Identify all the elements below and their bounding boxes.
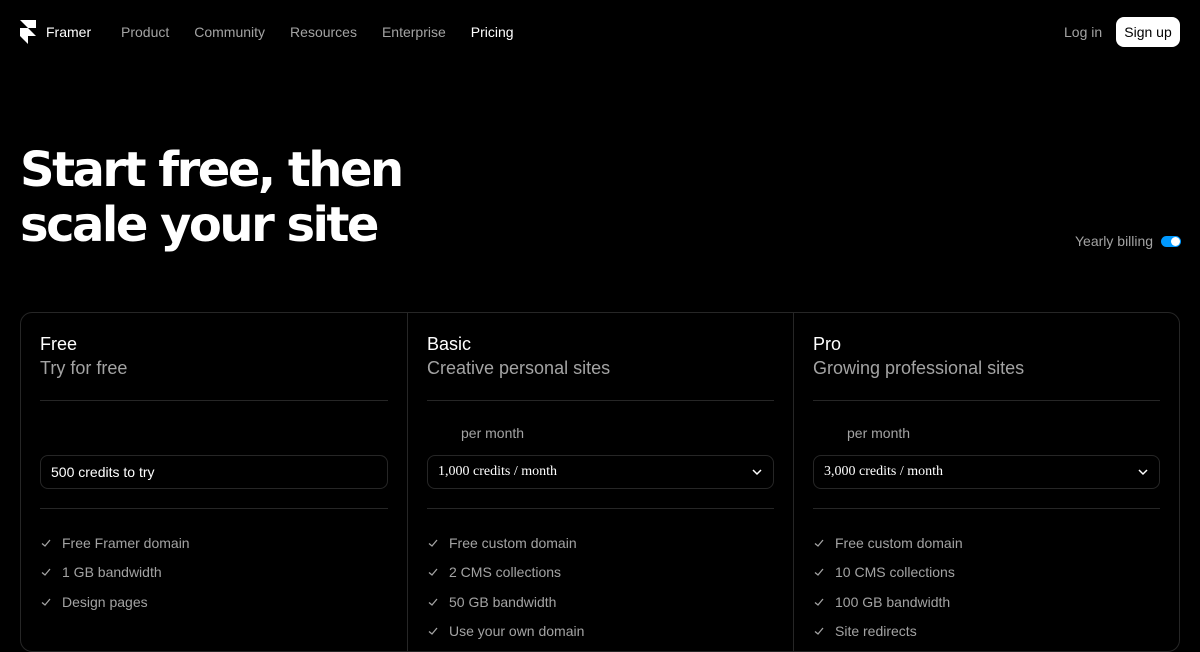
nav-links: Product Community Resources Enterprise P… [121,20,539,44]
pricing-cards: Free Try for free 500 credits to try Fre… [20,312,1180,652]
framer-logo-icon [20,20,36,44]
plan-name: Pro [813,334,842,354]
chevron-down-icon [1138,469,1148,476]
credits-select-value: 1,000 credits / month [438,464,557,479]
page-heading: Start free, then scale your site [20,142,404,253]
toggle-knob [1171,236,1181,246]
feature-text: 1 GB bandwidth [62,564,162,581]
credits-select-value: 3,000 credits / month [824,464,943,479]
list-item: Site redirects [813,617,963,647]
signup-button[interactable]: Sign up [1116,17,1180,47]
nav-link-product[interactable]: Product [121,20,169,44]
list-item: 2 CMS collections [427,558,584,588]
yearly-billing-toggle[interactable] [1161,235,1182,247]
billing-label: Yearly billing [1075,233,1154,249]
list-item: 10 CMS collections [813,558,963,588]
login-link[interactable]: Log in [1064,20,1102,44]
framer-logo[interactable]: Framer [20,20,91,44]
plan-card-free: Free Try for free 500 credits to try Fre… [21,313,407,651]
check-icon [428,568,438,577]
credits-info: 500 credits to try [40,455,388,489]
feature-text: 50 GB bandwidth [449,593,557,610]
check-icon [41,539,51,547]
feature-text: Site redirects [835,623,917,640]
list-item: Free custom domain [813,528,963,558]
check-icon [41,598,51,606]
divider [427,400,774,401]
feature-text: 10 CMS collections [835,564,955,581]
top-nav: Framer Product Community Resources Enter… [0,0,1200,64]
plan-card-basic: Basic Creative personal sites per month … [407,313,793,651]
price-period: per month [847,425,911,441]
divider [40,400,388,401]
feature-text: Free custom domain [449,534,577,551]
divider [813,508,1160,509]
nav-link-pricing[interactable]: Pricing [471,20,514,44]
list-item: 50 GB bandwidth [427,587,584,617]
list-item: Use your own domain [427,617,584,647]
feature-text: Free Framer domain [62,534,190,551]
feature-text: Design pages [62,593,148,610]
check-icon [814,568,824,577]
plan-name: Basic [427,334,472,354]
plan-name: Free [40,334,78,354]
feature-text: 100 GB bandwidth [835,593,951,610]
divider [427,508,774,509]
nav-link-community[interactable]: Community [194,20,265,44]
check-icon [814,539,824,547]
feature-text: 2 CMS collections [449,564,562,581]
plan-card-pro: Pro Growing professional sites per month… [793,313,1179,651]
check-icon [428,539,438,547]
nav-link-enterprise[interactable]: Enterprise [382,20,446,44]
heading-line-2: scale your site [20,197,379,253]
check-icon [428,598,438,606]
plan-description: Creative personal sites [427,358,611,378]
list-item: 100 GB bandwidth [813,587,963,617]
list-item: Design pages [40,587,190,617]
feature-list: Free custom domain 2 CMS collections 50 … [427,528,584,646]
check-icon [41,568,51,577]
feature-list: Free custom domain 10 CMS collections 10… [813,528,963,646]
brand-name: Framer [46,24,92,40]
divider [813,400,1160,401]
divider [40,508,388,509]
feature-text: Free custom domain [835,534,963,551]
feature-list: Free Framer domain 1 GB bandwidth Design… [40,528,190,617]
plan-description: Try for free [40,358,128,378]
plan-description: Growing professional sites [813,358,1025,378]
check-icon [814,627,824,636]
check-icon [428,627,438,636]
price-period: per month [461,425,525,441]
check-icon [814,598,824,606]
billing-toggle-group: Yearly billing [1075,231,1182,251]
nav-link-resources[interactable]: Resources [290,20,357,44]
credits-select[interactable]: 3,000 credits / month [813,455,1160,489]
list-item: Free Framer domain [40,528,190,558]
feature-text: Use your own domain [449,623,585,640]
list-item: 1 GB bandwidth [40,558,190,588]
list-item: Free custom domain [427,528,584,558]
credits-select[interactable]: 1,000 credits / month [427,455,774,489]
heading-line-1: Start free, then [20,142,404,198]
chevron-down-icon [752,469,762,476]
